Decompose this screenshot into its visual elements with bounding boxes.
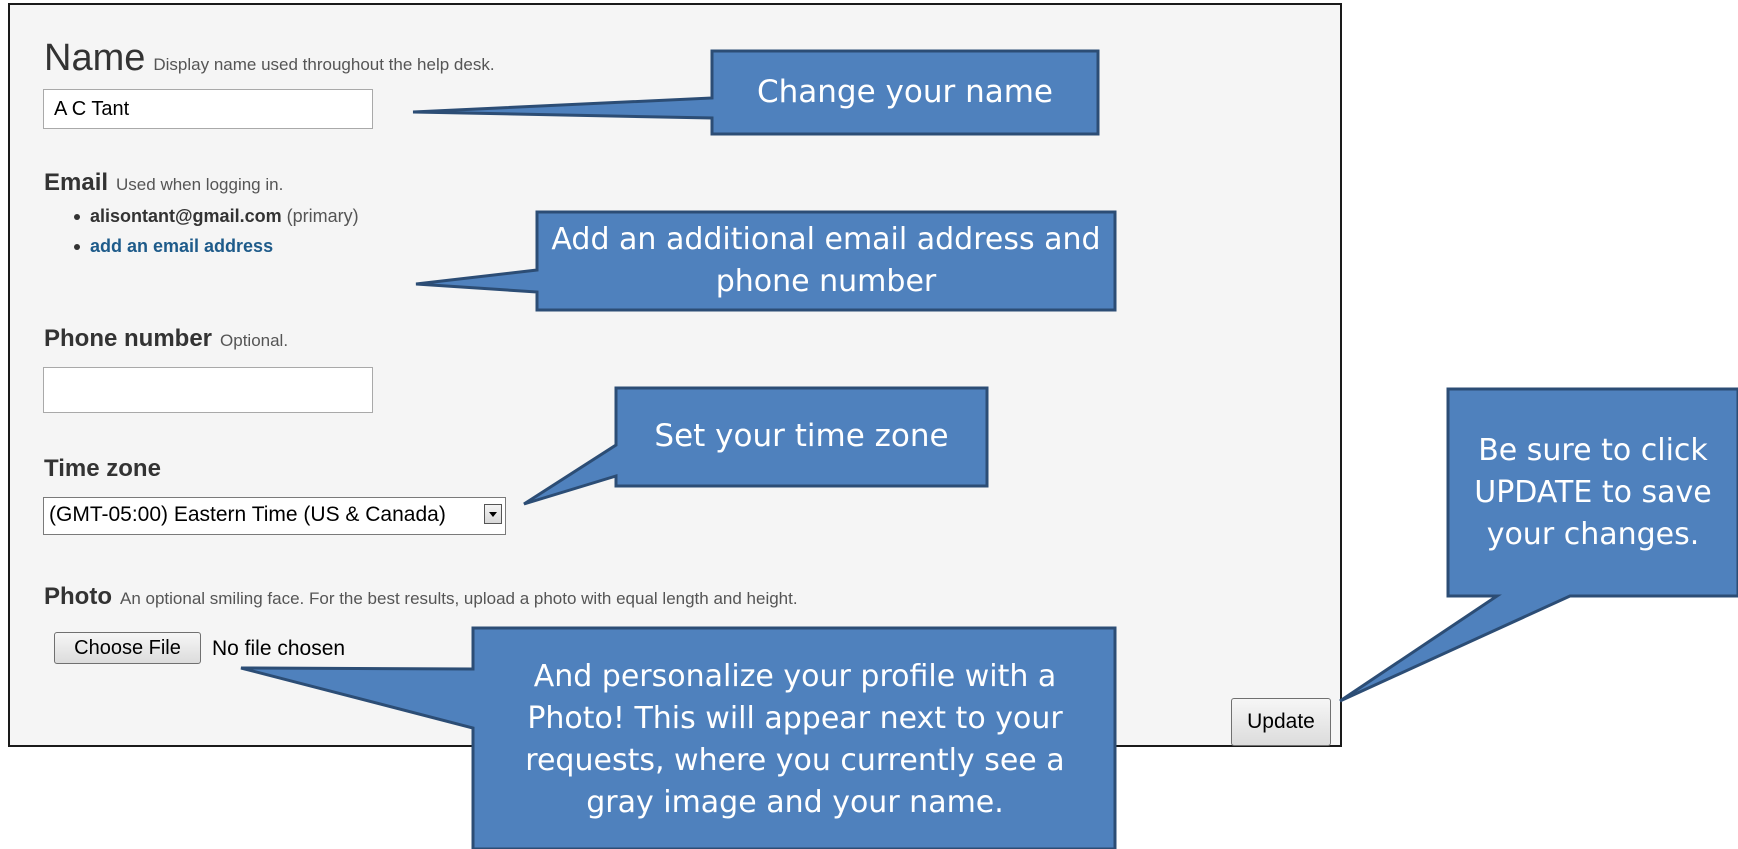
callout-update-text: Be sure to click UPDATE to save your cha…	[1474, 432, 1712, 552]
callout-photo-text: And personalize your profile with a Phot…	[525, 659, 1065, 820]
callout-name-text: Change your name	[756, 73, 1053, 110]
callout-time-zone-text: Set your time zone	[654, 418, 949, 455]
callout-email-phone-text: Add an additional email address and phon…	[551, 222, 1101, 299]
annotated-screenshot: Name Display name used throughout the hel…	[0, 0, 1738, 849]
